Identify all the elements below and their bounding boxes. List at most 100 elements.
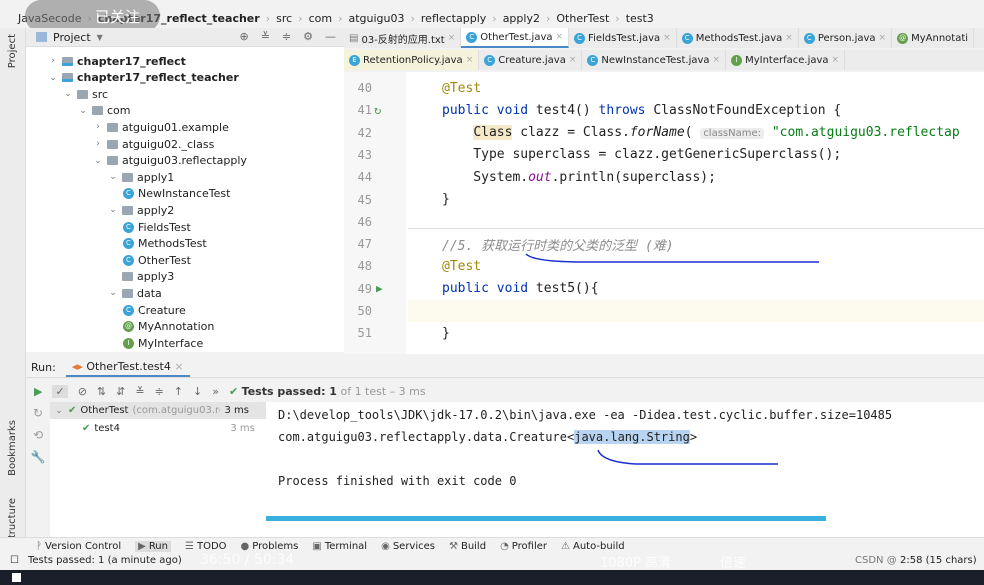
- next-failed-icon[interactable]: ↓: [193, 385, 202, 398]
- minimize-icon[interactable]: —: [325, 30, 336, 43]
- prev-failed-icon[interactable]: ↑: [174, 385, 183, 398]
- breadcrumb-item[interactable]: test3: [626, 12, 654, 25]
- tree-item[interactable]: ⌄ apply1: [108, 169, 174, 185]
- editor-tab[interactable]: C NewInstanceTest.java ×: [582, 50, 727, 70]
- tool-window-profiler[interactable]: ◔ Profiler: [500, 541, 547, 552]
- chevron-right-icon[interactable]: ›: [48, 56, 58, 66]
- close-icon[interactable]: ×: [832, 55, 840, 65]
- chevron-down-icon[interactable]: ⌄: [108, 288, 118, 298]
- tree-item[interactable]: ⌄ atguigu03.reflectapply: [93, 153, 247, 169]
- project-tool-button[interactable]: Project: [7, 34, 18, 68]
- tool-window-services[interactable]: ◉ Services: [381, 541, 435, 552]
- close-icon[interactable]: ×: [556, 32, 564, 42]
- more-icon[interactable]: »: [212, 385, 219, 398]
- breadcrumb-item[interactable]: atguigu03: [348, 12, 404, 25]
- expand-all-icon[interactable]: ≚: [135, 385, 144, 398]
- editor-tab[interactable]: C Creature.java ×: [479, 50, 583, 70]
- editor-tab[interactable]: C FieldsTest.java ×: [569, 28, 677, 48]
- close-icon[interactable]: ×: [174, 360, 183, 373]
- chevron-down-icon[interactable]: ⌄: [108, 172, 118, 182]
- tree-item[interactable]: › atguigu02._class: [93, 136, 214, 152]
- close-icon[interactable]: ×: [879, 33, 887, 43]
- gear-icon[interactable]: ⚙: [303, 30, 313, 43]
- chevron-down-icon[interactable]: ⌄: [93, 156, 103, 166]
- rerun-failed-icon[interactable]: ↻: [26, 402, 50, 424]
- test-suite-row[interactable]: ⌄✔OtherTest(com.atguigu03.reflect3 ms: [50, 402, 266, 419]
- toggle-auto-test-icon[interactable]: ⟲: [26, 424, 50, 446]
- tree-item[interactable]: ⌄ com: [78, 103, 130, 119]
- breadcrumb-item[interactable]: src: [276, 12, 292, 25]
- tree-item[interactable]: ⌄ src: [63, 86, 108, 102]
- close-icon[interactable]: ×: [569, 55, 577, 65]
- chevron-down-icon[interactable]: ⌄: [78, 106, 88, 116]
- locate-icon[interactable]: ⊕: [239, 30, 248, 43]
- tree-item[interactable]: ⌄ apply2: [108, 202, 174, 218]
- tree-item[interactable]: apply3: [108, 269, 174, 285]
- run-tab[interactable]: ◂▸ OtherTest.test4 ×: [65, 358, 190, 377]
- chevron-down-icon[interactable]: ▼: [97, 33, 103, 42]
- chevron-right-icon[interactable]: ›: [93, 122, 103, 132]
- editor-tab[interactable]: E RetentionPolicy.java ×: [344, 50, 480, 70]
- editor-tab[interactable]: ▤ 03-反射的应用.txt ×: [344, 28, 462, 48]
- breadcrumb-item[interactable]: OtherTest: [556, 12, 609, 25]
- rerun-icon[interactable]: ▶: [34, 385, 42, 398]
- tool-window-auto-build[interactable]: ⚠ Auto-build: [561, 541, 625, 552]
- chevron-right-icon[interactable]: ›: [93, 139, 103, 149]
- tree-item[interactable]: C FieldsTest: [123, 219, 191, 235]
- bookmarks-tool-button[interactable]: Bookmarks: [7, 420, 18, 476]
- chevron-down-icon[interactable]: ⌄: [63, 89, 73, 99]
- run-test-icon[interactable]: ↻: [374, 103, 381, 117]
- tree-item[interactable]: › chapter17_reflect: [48, 53, 186, 69]
- close-icon[interactable]: ×: [713, 55, 721, 65]
- tree-item[interactable]: C OtherTest: [123, 252, 191, 268]
- chevron-down-icon[interactable]: ⌄: [48, 73, 58, 83]
- video-quality[interactable]: 1080P 高清: [600, 552, 671, 571]
- tool-window-todo[interactable]: ☰ TODO: [185, 541, 227, 552]
- windows-taskbar: [0, 570, 984, 585]
- run-test-icon[interactable]: ▶: [376, 282, 383, 295]
- project-view-selector[interactable]: Project: [53, 31, 91, 44]
- breadcrumb-item[interactable]: reflectapply: [421, 12, 486, 25]
- tree-item[interactable]: ⌄ chapter17_reflect_teacher: [48, 70, 239, 86]
- show-passed-icon[interactable]: ✓: [52, 384, 68, 398]
- tree-item[interactable]: I MyInterface: [123, 335, 203, 351]
- wrench-icon[interactable]: 🔧: [26, 446, 50, 468]
- test-case-row[interactable]: ✔ test4 3 ms: [50, 420, 266, 437]
- collapse-all-icon[interactable]: ≑: [155, 385, 164, 398]
- tool-window-build[interactable]: ⚒ Build: [449, 541, 486, 552]
- tree-item[interactable]: C MethodsTest: [123, 236, 207, 252]
- tool-window-problems[interactable]: ● Problems: [241, 541, 299, 552]
- video-progress-bar[interactable]: [266, 516, 826, 521]
- code-editor[interactable]: 40 @Test 41 ↻ public void test4() throws Cla…: [344, 72, 984, 354]
- tool-window-run[interactable]: ▶ Run: [135, 540, 171, 552]
- tree-item[interactable]: C NewInstanceTest: [123, 186, 230, 202]
- breadcrumb-item[interactable]: apply2: [503, 12, 540, 25]
- close-icon[interactable]: ×: [448, 33, 456, 43]
- breadcrumb-item[interactable]: com: [309, 12, 333, 25]
- close-icon[interactable]: ×: [785, 33, 793, 43]
- editor-tab[interactable]: C Person.java ×: [799, 28, 893, 48]
- tool-window-version-control[interactable]: ᚹ Version Control: [36, 541, 121, 552]
- sort-alpha-icon[interactable]: ⇅: [97, 385, 106, 398]
- editor-tab[interactable]: I MyInterface.java ×: [726, 50, 846, 70]
- tree-item[interactable]: › atguigu01.example: [93, 119, 229, 135]
- close-icon[interactable]: ×: [663, 33, 671, 43]
- windows-start-icon[interactable]: [12, 573, 21, 582]
- chevron-down-icon[interactable]: ⌄: [108, 205, 118, 215]
- tool-window-terminal[interactable]: ▣ Terminal: [312, 541, 367, 552]
- tree-item[interactable]: ⌄ data: [108, 285, 162, 301]
- editor-tab[interactable]: @ MyAnnotati: [892, 28, 975, 48]
- console-output[interactable]: D:\develop_tools\JDK\jdk-17.0.2\bin\java…: [266, 402, 984, 538]
- editor-tab[interactable]: C OtherTest.java ×: [461, 28, 570, 48]
- video-speed[interactable]: 倍速: [720, 552, 746, 571]
- collapse-all-icon[interactable]: ≑: [282, 30, 291, 43]
- close-icon[interactable]: ×: [466, 55, 474, 65]
- tree-item[interactable]: @ MyAnnotation: [123, 319, 214, 335]
- show-ignored-icon[interactable]: ⊘: [78, 385, 87, 398]
- expand-all-icon[interactable]: ≚: [261, 30, 270, 43]
- interface-icon: I: [123, 337, 134, 349]
- cursor-position[interactable]: 2:58 (15 chars): [900, 555, 977, 566]
- editor-tab[interactable]: C MethodsTest.java ×: [677, 28, 799, 48]
- sort-duration-icon[interactable]: ⇵: [116, 385, 125, 398]
- tree-item[interactable]: C Creature: [123, 302, 186, 318]
